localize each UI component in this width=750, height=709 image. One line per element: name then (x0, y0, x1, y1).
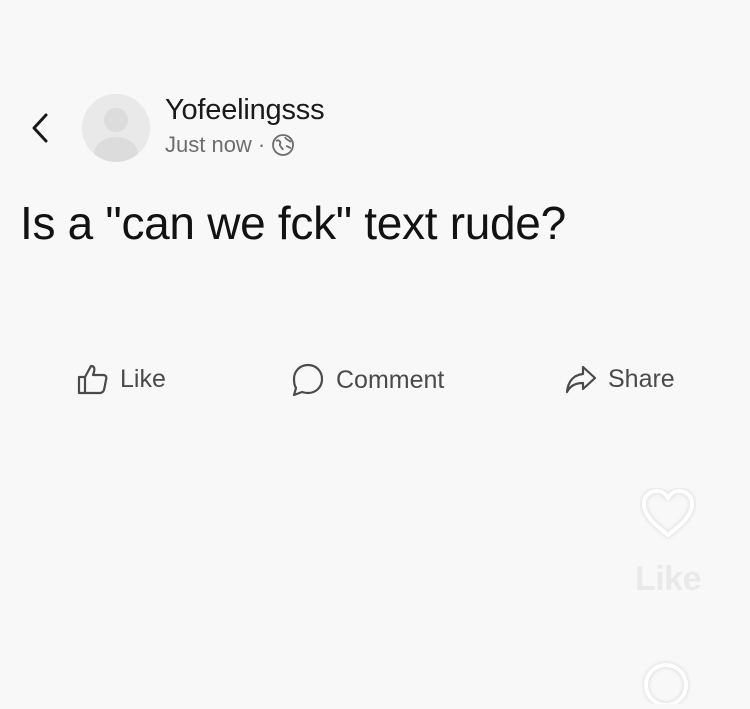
thumbs-up-icon (77, 364, 108, 395)
avatar[interactable] (82, 94, 150, 162)
comment-icon (292, 363, 324, 397)
share-button[interactable]: Share (564, 362, 675, 396)
post-text: Is a "can we fck" text rude? (20, 197, 566, 249)
side-like-label: Like (634, 560, 702, 598)
back-button[interactable] (26, 108, 54, 148)
comment-button[interactable]: Comment (290, 362, 444, 398)
like-label: Like (120, 364, 166, 393)
author-name[interactable]: Yofeelingsss (165, 94, 325, 127)
heart-icon (642, 489, 694, 537)
globe-icon (271, 133, 295, 157)
share-icon (565, 365, 597, 394)
like-button[interactable]: Like (76, 362, 166, 396)
share-label: Share (608, 364, 675, 393)
search-icon (644, 663, 688, 707)
timestamp: Just now (165, 132, 252, 157)
default-avatar-icon (82, 94, 150, 162)
comment-label: Comment (336, 365, 445, 394)
post-meta: Just now · (165, 132, 295, 158)
side-like-button[interactable]: Like (628, 488, 708, 599)
meta-separator: · (257, 132, 266, 157)
side-comment-button[interactable] (640, 658, 694, 709)
chevron-left-icon (32, 113, 48, 143)
